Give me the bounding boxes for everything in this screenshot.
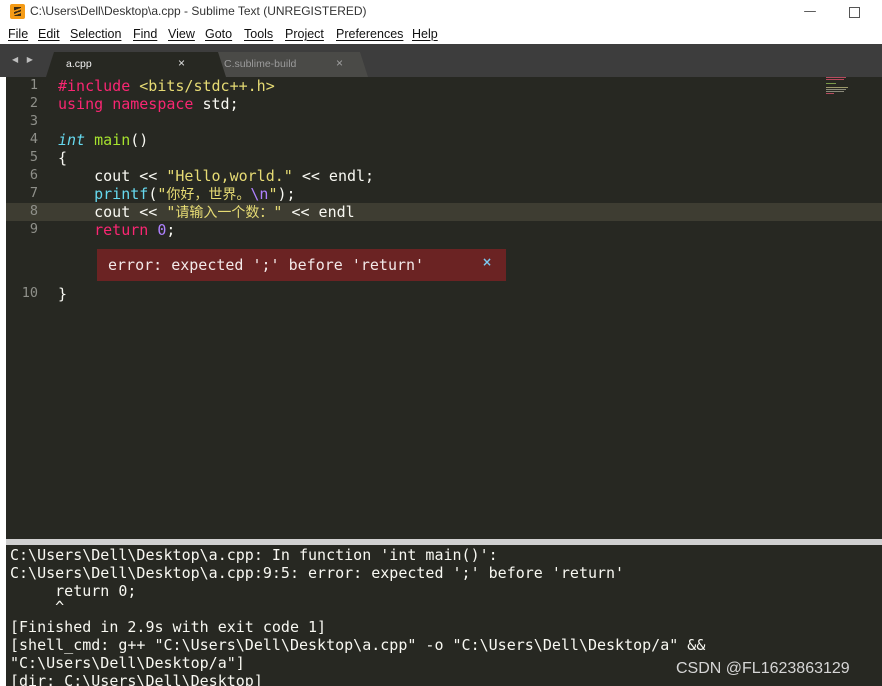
tab-label: C.sublime-build [224, 58, 297, 70]
code-line-5: { [58, 149, 68, 167]
string-literal: "Hello,world." [166, 167, 293, 185]
menu-goto[interactable]: Goto [205, 27, 232, 41]
code-line-9: return 0; [58, 221, 175, 239]
code-editor[interactable]: 1 2 3 4 5 6 7 8 9 10 #include <bits/stdc… [6, 77, 882, 539]
tab-a-cpp[interactable]: a.cpp × [46, 52, 226, 77]
keyword-return: return [94, 221, 149, 239]
code-line-10: } [58, 285, 68, 303]
sublime-app-icon [10, 4, 25, 19]
tab-label: a.cpp [66, 58, 92, 70]
maximize-button[interactable] [834, 2, 874, 22]
menu-find[interactable]: Find [133, 27, 157, 41]
code-line-6: cout << "Hello,world." << endl; [58, 167, 374, 185]
function-printf: printf [94, 185, 149, 203]
tab-bar: ◀ ▶ C.sublime-build × a.cpp × [0, 44, 882, 77]
include-header: <bits/stdc++.h> [139, 77, 275, 95]
console-line: [shell_cmd: g++ "C:\Users\Dell\Desktop\a… [10, 636, 706, 654]
code-line-8: cout << "请输入一个数：" << endl [58, 203, 355, 222]
console-line: [dir: C:\Users\Dell\Desktop] [10, 672, 263, 686]
menu-edit[interactable]: Edit [38, 27, 60, 41]
minimap[interactable] [826, 77, 852, 97]
line-number: 10 [21, 285, 38, 301]
menu-tools[interactable]: Tools [244, 27, 273, 41]
cjk-text: 你好，世界。 [166, 187, 251, 203]
menu-preferences[interactable]: Preferences [336, 27, 403, 41]
code-line-4: int main() [58, 131, 148, 149]
watermark: CSDN @FL1623863129 [676, 660, 850, 677]
keyword-using: using [58, 95, 104, 113]
cjk-text: 请输入一个数： [175, 205, 274, 221]
console-line: [Finished in 2.9s with exit code 1] [10, 618, 327, 636]
escape-sequence: \n [250, 185, 269, 203]
window-title: C:\Users\Dell\Desktop\a.cpp - Sublime Te… [30, 4, 367, 18]
menu-selection[interactable]: Selection [70, 27, 121, 41]
keyword-namespace: namespace [112, 95, 194, 113]
tab-c-sublime-build[interactable]: C.sublime-build × [202, 52, 368, 77]
console-line: "C:\Users\Dell\Desktop/a"] [10, 654, 245, 672]
function-main: main [94, 131, 131, 149]
line-number: 7 [29, 185, 38, 201]
endl-statement: << endl [282, 203, 355, 221]
paren: ( [148, 185, 158, 203]
string-literal: "你好，世界。\n" [157, 185, 277, 203]
preprocessor-directive: #include [58, 77, 131, 95]
code-line-2: using namespace std; [58, 95, 239, 113]
line-number: 6 [29, 167, 38, 183]
menu-view[interactable]: View [168, 27, 195, 41]
line-number: 1 [29, 77, 38, 93]
line-number: 9 [29, 221, 38, 237]
line-number: 3 [29, 113, 38, 129]
tab-close-icon[interactable]: × [178, 56, 185, 70]
semicolon: ; [166, 221, 176, 239]
cout-stream: cout << [58, 203, 167, 221]
menu-help[interactable]: Help [412, 27, 438, 41]
menu-bar: File Edit Selection Find View Goto Tools… [0, 25, 882, 44]
cout-stream: cout << [58, 167, 167, 185]
console-line: ^ [10, 598, 65, 616]
console-line: C:\Users\Dell\Desktop\a.cpp: In function… [10, 546, 498, 564]
tab-close-icon[interactable]: × [336, 56, 343, 70]
line-number: 5 [29, 149, 38, 165]
error-close-icon[interactable]: × [482, 255, 492, 269]
line-number: 2 [29, 95, 38, 111]
endl-statement: << endl; [292, 167, 375, 185]
code-line-7: printf("你好，世界。\n"); [58, 185, 296, 204]
namespace-std: std; [193, 95, 239, 113]
paren: () [130, 131, 149, 149]
maximize-icon [848, 7, 860, 18]
code-line-1: #include <bits/stdc++.h> [58, 77, 275, 95]
statement-end: ); [277, 185, 296, 203]
line-number: 4 [29, 131, 38, 147]
console-line: C:\Users\Dell\Desktop\a.cpp:9:5: error: … [10, 564, 625, 582]
type-int: int [58, 131, 86, 149]
minimize-button[interactable]: — [790, 2, 830, 22]
menu-file[interactable]: File [8, 27, 28, 41]
error-phantom: error: expected ';' before 'return' × [97, 249, 506, 281]
title-bar: C:\Users\Dell\Desktop\a.cpp - Sublime Te… [0, 0, 882, 24]
menu-project[interactable]: Project [285, 27, 324, 41]
line-number: 8 [29, 203, 38, 219]
error-message: error: expected ';' before 'return' [108, 256, 425, 274]
string-literal: "请输入一个数：" [166, 203, 282, 221]
tab-nav-arrows-icon[interactable]: ◀ ▶ [12, 55, 36, 64]
